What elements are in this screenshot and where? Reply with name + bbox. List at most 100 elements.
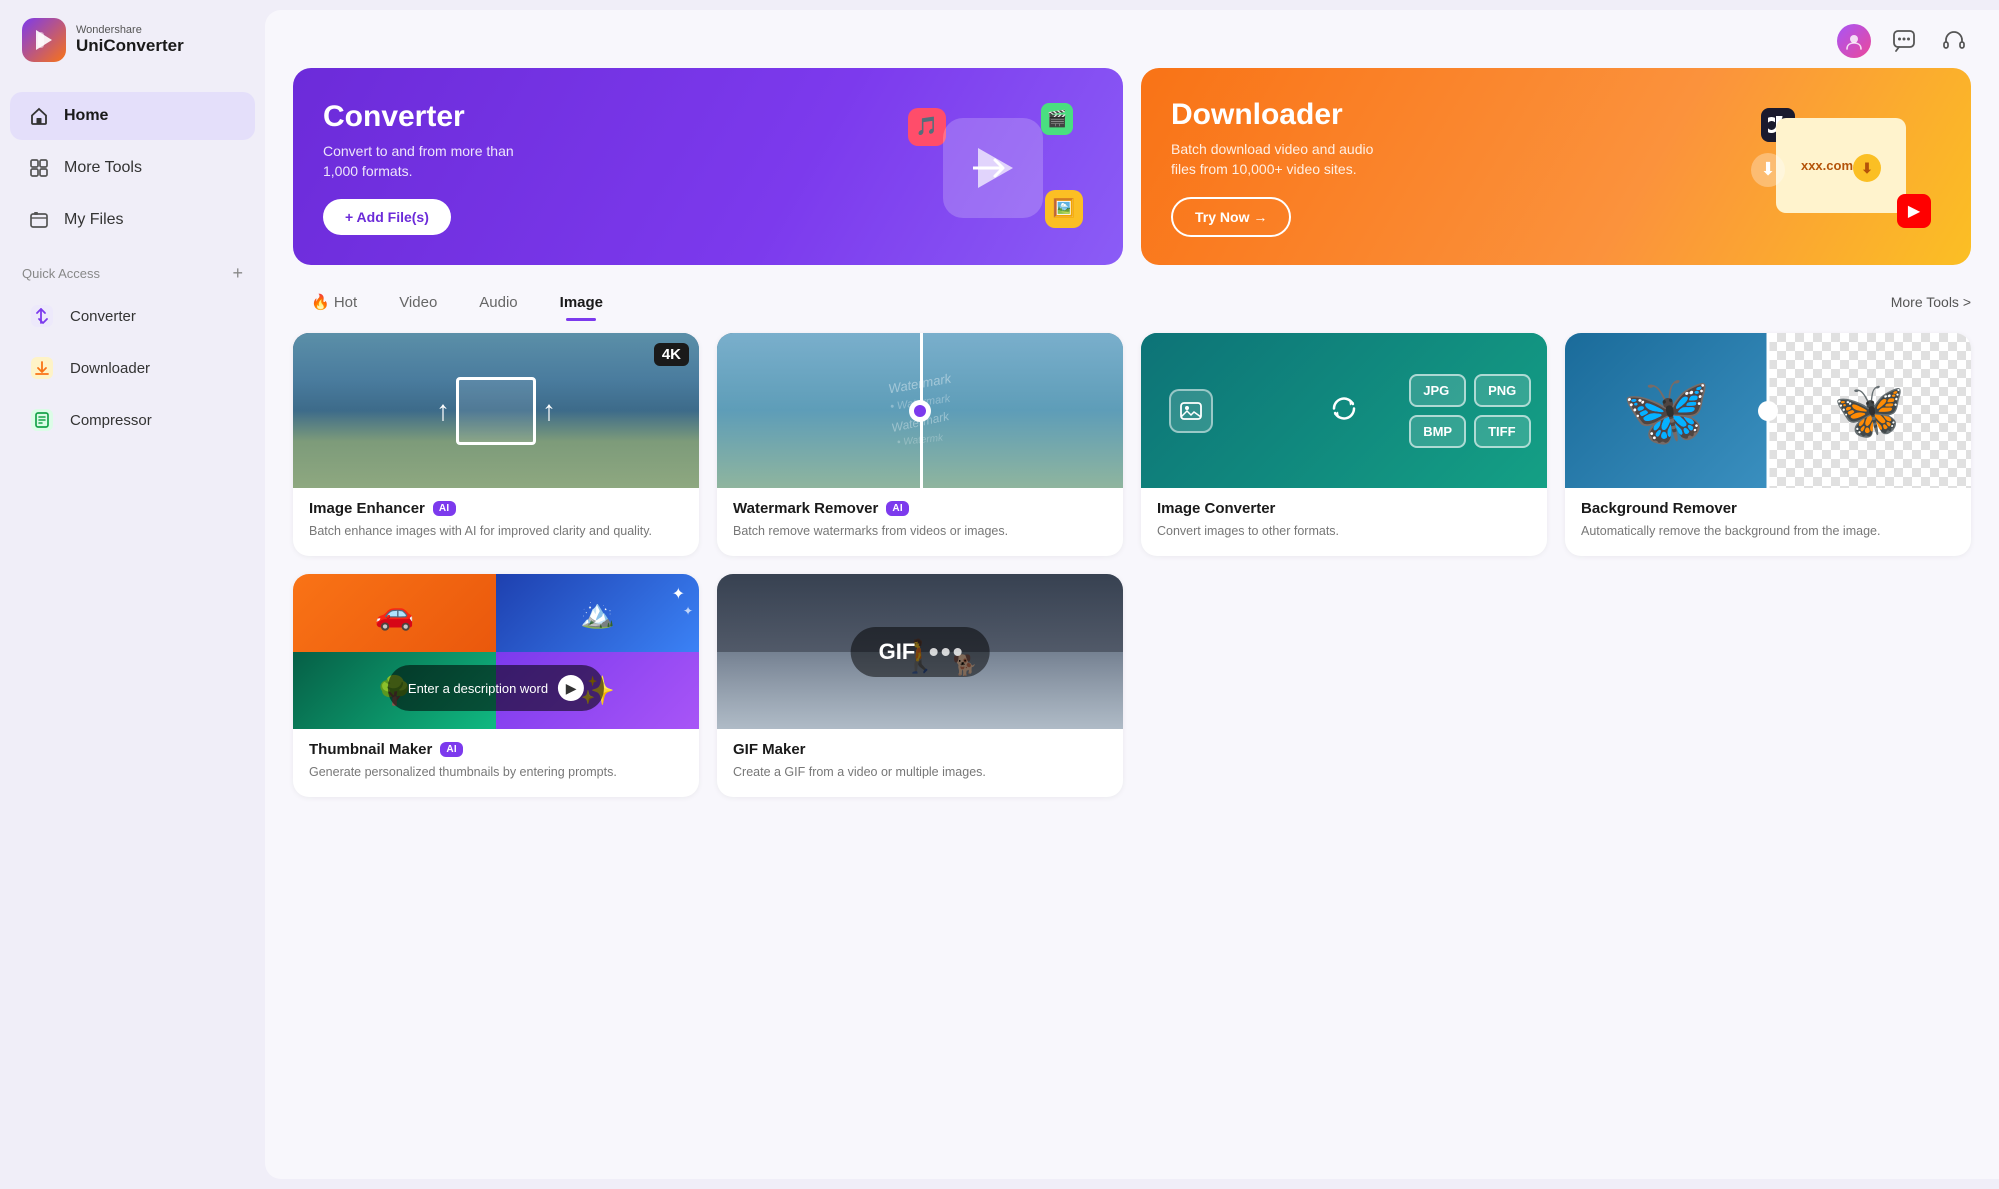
music-badge: 🎵 [908,108,946,146]
sidebar-item-downloader-label: Downloader [70,360,150,377]
tool-title-gif-maker: GIF Maker [733,741,806,758]
sidebar-item-more-tools[interactable]: More Tools [10,144,255,192]
main-content: Converter Convert to and from more than … [265,10,1999,1179]
url-label: xxx.com [1801,158,1853,173]
tool-title-row-img-converter: Image Converter [1157,500,1531,517]
sidebar-item-compressor[interactable]: Compressor [10,395,255,445]
sidebar-item-downloader[interactable]: Downloader [10,343,255,393]
tool-title-row-thumbnail-maker: Thumbnail Maker AI [309,741,683,758]
sidebar: Wondershare UniConverter Home More Tools [0,0,265,1189]
thumbnail-input-pill: Enter a description word ▶ [388,665,604,711]
converter-add-files-button[interactable]: + Add File(s) [323,199,451,235]
tool-desc-enhancer: Batch enhance images with AI for improve… [309,522,683,540]
gif-pill: GIF [851,627,990,677]
tool-title-row-gif-maker: GIF Maker [733,741,1107,758]
converter-illustration: 🎵 🎬 🖼️ [893,103,1093,233]
tab-audio[interactable]: Audio [461,286,535,319]
tool-info-enhancer: Image Enhancer AI Batch enhance images w… [293,488,699,556]
ai-badge-watermark: AI [886,501,909,516]
tabs-list: 🔥 Hot Video Audio Image [293,285,621,319]
tool-thumb-gif-maker: 🚶 🐕 GIF [717,574,1123,729]
converter-banner-text: Converter Convert to and from more than … [323,100,543,235]
tool-card-bg-remover[interactable]: 🦋 🦋 Background Remover Automatically rem… [1565,333,1971,556]
sidebar-item-home[interactable]: Home [10,92,255,140]
tool-card-gif-maker[interactable]: 🚶 🐕 GIF GIF Maker [717,574,1123,797]
files-icon [28,209,50,231]
tool-card-image-enhancer[interactable]: ↑ ↑ 4K Image Enhancer AI Batch enhance i… [293,333,699,556]
tool-info-gif-maker: GIF Maker Create a GIF from a video or m… [717,729,1123,797]
tab-hot[interactable]: 🔥 Hot [293,285,375,319]
sidebar-item-converter[interactable]: Converter [10,291,255,341]
photo-badge: 🖼️ [1045,190,1083,228]
logo-icon [22,18,66,62]
tool-thumb-bg-remover: 🦋 🦋 [1565,333,1971,488]
tab-audio-label: Audio [479,294,517,311]
ai-badge-enhancer: AI [433,501,456,516]
tool-card-image-converter[interactable]: JPG PNG BMP TIFF Image Converter Convert… [1141,333,1547,556]
tool-thumb-enhancer: ↑ ↑ 4K [293,333,699,488]
tab-image-label: Image [560,294,603,311]
tool-info-bg-remover: Background Remover Automatically remove … [1565,488,1971,556]
downloader-banner-desc: Batch download video and audio files fro… [1171,140,1391,179]
sidebar-item-my-files-label: My Files [64,211,124,229]
app-logo: Wondershare UniConverter [0,18,265,90]
downloader-banner: Downloader Batch download video and audi… [1141,68,1971,265]
tab-video[interactable]: Video [381,286,455,319]
converter-arrow [943,118,1043,218]
grid-icon [28,157,50,179]
compressor-icon [28,406,56,434]
tools-grid-row1: ↑ ↑ 4K Image Enhancer AI Batch enhance i… [265,333,1999,574]
chat-icon[interactable] [1887,24,1921,58]
quick-access-header: Quick Access + [0,246,265,290]
download-arrow-icon: ⬇ [1751,153,1785,187]
avatar[interactable] [1837,24,1871,58]
thumbnail-input-arrow: ▶ [558,675,584,701]
monitor-display: xxx.com ⬇ [1776,118,1906,213]
tool-desc-watermark: Batch remove watermarks from videos or i… [733,522,1107,540]
quick-access-label: Quick Access [22,266,100,281]
sidebar-item-converter-label: Converter [70,308,136,325]
tool-info-thumbnail-maker: Thumbnail Maker AI Generate personalized… [293,729,699,797]
quick-access-add-button[interactable]: + [232,264,243,282]
tool-info-watermark: Watermark Remover AI Batch remove waterm… [717,488,1123,556]
divider-circle [909,400,931,422]
tool-title-row-enhancer: Image Enhancer AI [309,500,683,517]
more-tools-link[interactable]: More Tools > [1891,294,1971,310]
tool-desc-gif-maker: Create a GIF from a video or multiple im… [733,763,1107,781]
logo-text: Wondershare UniConverter [76,24,184,56]
downloader-try-now-button[interactable]: Try Now → [1171,197,1291,237]
tool-thumb-thumbnail-maker: 🚗 🏔️ 🌳 ✨ Enter a description word ▶ ✦ ✦ [293,574,699,729]
headset-icon[interactable] [1937,24,1971,58]
sidebar-item-compressor-label: Compressor [70,412,152,429]
downloader-icon [28,354,56,382]
tool-card-thumbnail-maker[interactable]: 🚗 🏔️ 🌳 ✨ Enter a description word ▶ ✦ ✦ [293,574,699,797]
sidebar-item-my-files[interactable]: My Files [10,196,255,244]
youtube-icon: ▶ [1897,194,1931,228]
converter-icon [28,302,56,330]
tool-title-row-bg-remover: Background Remover [1581,500,1955,517]
brand-top: Wondershare [76,24,184,36]
downloader-banner-title: Downloader [1171,98,1391,132]
ai-badge-thumbnail-maker: AI [440,742,463,757]
tool-thumb-img-converter: JPG PNG BMP TIFF [1141,333,1547,488]
tool-card-watermark-remover[interactable]: Watermark • Watermark Watermark • Waterm… [717,333,1123,556]
tool-title-thumbnail-maker: Thumbnail Maker [309,741,432,758]
sidebar-item-home-label: Home [64,107,108,125]
badge-4k: 4K [654,343,689,366]
tool-info-img-converter: Image Converter Convert images to other … [1141,488,1547,556]
converter-banner: Converter Convert to and from more than … [293,68,1123,265]
brand-bottom: UniConverter [76,36,184,56]
banner-row: Converter Convert to and from more than … [265,68,1999,285]
tool-thumb-watermark: Watermark • Watermark Watermark • Waterm… [717,333,1123,488]
tool-title-row-watermark: Watermark Remover AI [733,500,1107,517]
thumbnail-input-placeholder: Enter a description word [408,681,548,696]
tool-title-img-converter: Image Converter [1157,500,1275,517]
home-icon [28,105,50,127]
video-badge: 🎬 [1041,103,1073,135]
downloader-illustration: xxx.com ⬇ ▶ ⬇ [1741,103,1941,233]
sidebar-item-more-tools-label: More Tools [64,159,142,177]
converter-banner-title: Converter [323,100,543,134]
tab-image[interactable]: Image [542,286,621,319]
tool-desc-bg-remover: Automatically remove the background from… [1581,522,1955,540]
tools-grid-row2: 🚗 🏔️ 🌳 ✨ Enter a description word ▶ ✦ ✦ [265,574,1999,815]
